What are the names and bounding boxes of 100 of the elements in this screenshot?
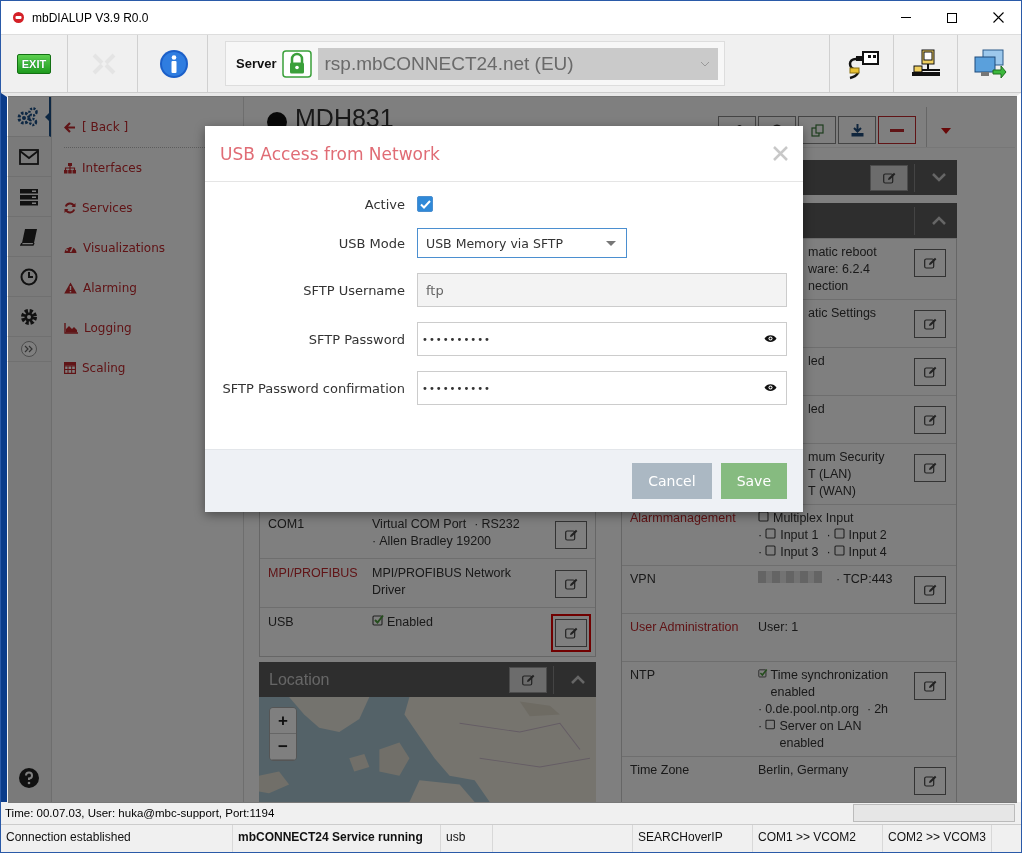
status-cell: COM1 >> VCOM2 — [753, 825, 883, 852]
monitors-icon — [972, 47, 1007, 80]
download-button[interactable] — [838, 116, 876, 144]
bullet-mark: · — [826, 527, 831, 544]
help-icon — [19, 768, 39, 788]
chevron-up-icon — [932, 216, 946, 225]
edit-button[interactable] — [509, 666, 547, 693]
edit-button[interactable] — [914, 672, 946, 700]
value-text: User: 1 — [758, 619, 799, 636]
edit-button[interactable] — [870, 164, 908, 191]
value-text: atic Settings — [808, 305, 877, 322]
copy-button[interactable] — [798, 116, 836, 144]
chevron-down-icon — [932, 173, 946, 182]
eye-icon — [764, 383, 777, 392]
value-text: ware: 6.2.4 — [808, 261, 870, 278]
edit-button[interactable] — [555, 570, 587, 598]
edit-button[interactable] — [914, 767, 946, 795]
close-icon — [992, 12, 1004, 23]
value-text: Input 2 — [848, 527, 887, 544]
bullet-mark: · — [758, 527, 763, 544]
value-text: Enabled — [387, 614, 433, 631]
nav-link[interactable]: Visualizations — [64, 228, 243, 268]
settings-icon — [20, 307, 38, 326]
status-cell: mbCONNECT24 Service running — [233, 825, 441, 852]
edit-button[interactable] — [914, 310, 946, 338]
value-text: Input 1 — [780, 527, 819, 544]
bullet-mark: · — [372, 533, 377, 550]
arrow-left-icon — [64, 121, 76, 133]
value-text: Server on LAN enabled — [779, 718, 863, 752]
edit-icon — [923, 414, 937, 426]
edit-button[interactable] — [914, 358, 946, 386]
usb-mode-dropdown[interactable]: USB Memory via SFTP — [417, 228, 627, 258]
status-cell: usb — [441, 825, 493, 852]
nav-link[interactable]: Logging — [64, 308, 243, 348]
remove-button[interactable] — [878, 116, 916, 144]
window-title: mbDIALUP V3.9 R0.0 — [32, 10, 149, 25]
help-button[interactable] — [19, 768, 39, 788]
area-chart-icon — [64, 322, 78, 334]
password-field[interactable]: •••••••••• — [417, 322, 787, 356]
value-text: Input 4 — [848, 544, 887, 561]
session-info: Time: 00.07.03, User: huka@mbc-support, Port:1194 — [5, 807, 275, 819]
copy-icon — [810, 123, 824, 137]
status-cell: COM2 >> VCOM3 — [883, 825, 993, 852]
nav-link[interactable]: Services — [64, 188, 243, 228]
edit-icon — [923, 462, 937, 474]
bullet-mark: · — [758, 718, 763, 735]
clock-icon — [20, 267, 38, 286]
edit-button[interactable] — [914, 454, 946, 482]
refresh-icon — [64, 202, 76, 214]
cancel-button[interactable]: Cancel — [632, 463, 712, 499]
status-cell: Connection established — [1, 825, 233, 852]
edit-icon — [923, 584, 937, 596]
edit-icon — [923, 775, 937, 787]
setting-name: Time Zone — [630, 763, 690, 777]
sidebar-tab[interactable] — [7, 97, 51, 137]
server-label: Server — [236, 56, 277, 71]
bullet-mark: · — [836, 571, 841, 588]
check-icon — [419, 199, 431, 209]
nav-link[interactable]: Alarming — [64, 268, 243, 308]
book-icon — [20, 227, 38, 246]
value-text: 2h — [874, 701, 889, 718]
edit-icon — [923, 257, 937, 269]
password-field[interactable]: •••••••••• — [417, 371, 787, 405]
download-icon — [850, 123, 864, 137]
table-icon — [64, 362, 76, 374]
zoom-in-button[interactable]: + — [270, 708, 296, 734]
field-label: SFTP Password — [307, 331, 405, 347]
field-label: USB Mode — [337, 235, 405, 251]
edit-button[interactable] — [555, 521, 587, 549]
panel-title: Location — [269, 670, 330, 689]
edit-button[interactable] — [914, 406, 946, 434]
value-text: T (WAN) — [808, 483, 856, 500]
value-text: Time synchronization enabled — [770, 667, 890, 701]
edit-button[interactable] — [914, 576, 946, 604]
interface-name: USB — [268, 614, 295, 631]
edit-button[interactable] — [914, 249, 946, 277]
value-text: mum Security — [808, 449, 885, 466]
value-text: nection — [808, 278, 849, 295]
expand-button[interactable] — [21, 341, 37, 357]
bullet-mark: · — [826, 544, 831, 561]
save-button[interactable]: Save — [720, 463, 787, 499]
mail-icon — [19, 148, 39, 165]
edit-icon — [923, 680, 937, 692]
value-text: led — [808, 401, 825, 418]
interface-name: MPI/PROFIBUS — [268, 565, 359, 582]
sitemap-icon — [64, 162, 76, 174]
edit-icon — [521, 673, 535, 686]
value-text: Input 3 — [780, 544, 819, 561]
edit-icon — [564, 578, 578, 590]
setting-name: VPN — [630, 572, 656, 586]
caret-down-icon — [941, 127, 951, 134]
server-dropdown[interactable]: rsp.mbCONNECT24.net (EU) — [318, 47, 719, 80]
value-text: MPI/PROFIBUS Network Driver — [372, 565, 512, 599]
interface-name: COM1 — [268, 516, 306, 533]
eye-icon — [764, 334, 777, 343]
value-text: Berlin, Germany — [758, 762, 849, 779]
status-cell: SEARCHoverIP — [633, 825, 753, 852]
active-checkbox[interactable] — [417, 196, 433, 212]
edit-icon — [882, 171, 896, 184]
zoom-out-button[interactable]: − — [270, 734, 296, 760]
